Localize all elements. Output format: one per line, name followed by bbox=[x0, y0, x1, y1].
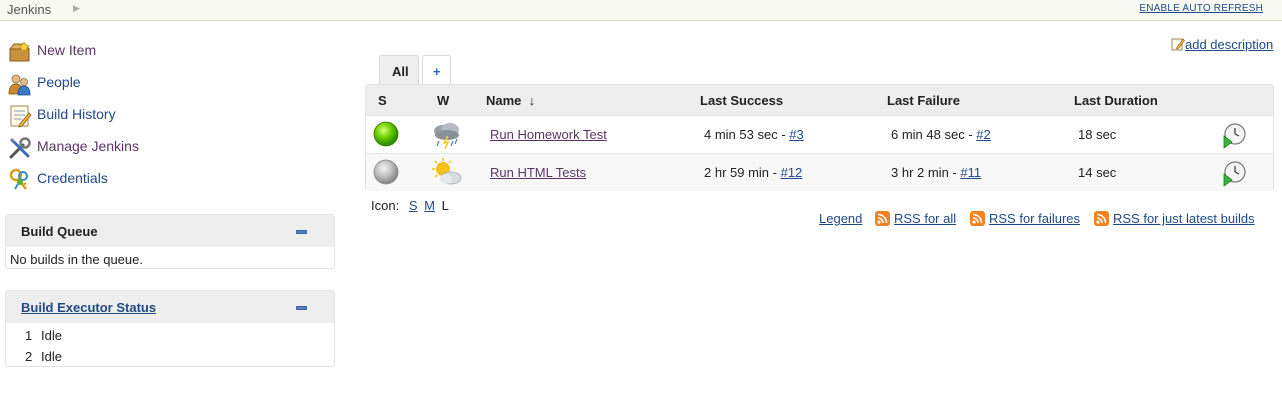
breadcrumb-bar: Jenkins ▶ ENABLE AUTO REFRESH bbox=[0, 0, 1282, 21]
table-row: Run HTML Tests 2 hr 59 min - #12 3 hr 2 … bbox=[366, 153, 1273, 191]
job-link[interactable]: Run HTML Tests bbox=[490, 165, 586, 180]
icon-size-medium-link[interactable]: M bbox=[424, 198, 435, 213]
build-executor-panel: Build Executor Status 1 Idle 2 Idle bbox=[5, 290, 335, 367]
icon-size-selector: Icon: S M L bbox=[371, 198, 449, 213]
executor-number: 1 bbox=[25, 328, 33, 343]
rss-all[interactable]: RSS for all bbox=[875, 211, 956, 226]
weather-stormy-icon[interactable] bbox=[431, 119, 463, 154]
last-failure: 3 hr 2 min - #11 bbox=[891, 165, 981, 180]
job-name: Run Homework Test bbox=[490, 127, 607, 142]
executor-state: Idle bbox=[41, 349, 62, 364]
build-executor-header: Build Executor Status bbox=[6, 291, 334, 323]
tab-all-label: All bbox=[392, 64, 409, 79]
build-queue-empty: No builds in the queue. bbox=[10, 252, 143, 267]
rss-feed-icon[interactable] bbox=[875, 211, 890, 226]
schedule-build-icon[interactable] bbox=[1221, 123, 1247, 152]
rss-feed-icon[interactable] bbox=[970, 211, 985, 226]
executor-row: 1 Idle bbox=[6, 325, 334, 346]
col-status[interactable]: S bbox=[378, 93, 387, 108]
task-manage-jenkins[interactable]: Manage Jenkins bbox=[8, 134, 328, 166]
side-tasks: New Item People Build History Manage Jen… bbox=[8, 38, 328, 198]
icon-size-large-current: L bbox=[441, 198, 449, 213]
rss-all-link[interactable]: RSS for all bbox=[894, 211, 956, 226]
rss-latest[interactable]: RSS for just latest builds bbox=[1094, 211, 1255, 226]
icon-size-label: Icon: bbox=[371, 198, 400, 213]
executor-state: Idle bbox=[41, 328, 62, 343]
people-icon[interactable] bbox=[8, 72, 32, 96]
last-failure: 6 min 48 sec - #2 bbox=[891, 127, 991, 142]
rss-latest-link[interactable]: RSS for just latest builds bbox=[1113, 211, 1255, 226]
last-success: 2 hr 59 min - #12 bbox=[704, 165, 802, 180]
breadcrumb-jenkins[interactable]: Jenkins bbox=[7, 2, 51, 17]
collapse-executor-icon[interactable] bbox=[296, 306, 307, 310]
col-last-success[interactable]: Last Success bbox=[700, 93, 783, 108]
collapse-build-queue-icon[interactable] bbox=[296, 230, 307, 234]
task-people-link[interactable]: People bbox=[37, 74, 81, 90]
col-last-failure[interactable]: Last Failure bbox=[887, 93, 960, 108]
icon-size-small-link[interactable]: S bbox=[409, 198, 418, 213]
last-success-build-link[interactable]: #12 bbox=[781, 165, 803, 180]
executor-row: 2 Idle bbox=[6, 346, 334, 367]
col-name-label: Name bbox=[486, 93, 522, 108]
credentials-icon[interactable] bbox=[8, 168, 32, 192]
edit-description-icon[interactable] bbox=[1171, 37, 1185, 51]
executor-number: 2 bbox=[25, 349, 33, 364]
last-duration: 18 sec bbox=[1078, 127, 1117, 142]
task-manage-jenkins-link[interactable]: Manage Jenkins bbox=[37, 138, 139, 154]
jobs-table: S W Name ↓ Last Success Last Failure Las… bbox=[365, 84, 1274, 191]
weather-partly-cloudy-icon[interactable] bbox=[431, 157, 463, 192]
job-link[interactable]: Run Homework Test bbox=[490, 127, 607, 142]
manage-jenkins-icon[interactable] bbox=[8, 136, 32, 160]
legend-link[interactable]: Legend bbox=[819, 211, 862, 226]
col-last-duration[interactable]: Last Duration bbox=[1074, 93, 1158, 108]
build-queue-header: Build Queue bbox=[6, 215, 334, 247]
col-weather[interactable]: W bbox=[437, 93, 449, 108]
tab-new-view[interactable]: + bbox=[422, 55, 451, 85]
tab-all[interactable]: All bbox=[379, 55, 419, 85]
build-executor-title-link[interactable]: Build Executor Status bbox=[21, 300, 156, 315]
build-queue-title: Build Queue bbox=[21, 224, 98, 239]
table-header: S W Name ↓ Last Success Last Failure Las… bbox=[366, 85, 1273, 115]
add-description-link[interactable]: add description bbox=[1185, 37, 1273, 52]
status-not-built-icon[interactable] bbox=[373, 159, 399, 188]
task-credentials-link[interactable]: Credentials bbox=[37, 170, 108, 186]
task-build-history-link[interactable]: Build History bbox=[37, 106, 116, 122]
last-failure-build-link[interactable]: #11 bbox=[960, 165, 981, 180]
status-success-icon[interactable] bbox=[373, 121, 399, 150]
col-name[interactable]: Name ↓ bbox=[486, 93, 535, 108]
last-success-time: 2 hr 59 min - bbox=[704, 165, 781, 180]
last-duration: 14 sec bbox=[1078, 165, 1117, 180]
last-success-build-link[interactable]: #3 bbox=[789, 127, 803, 142]
new-item-icon[interactable] bbox=[8, 40, 32, 64]
add-description[interactable]: add description bbox=[1171, 37, 1273, 52]
job-name: Run HTML Tests bbox=[490, 165, 586, 180]
schedule-build-icon[interactable] bbox=[1221, 161, 1247, 190]
task-new-item-link[interactable]: New Item bbox=[37, 42, 96, 58]
rss-failures-link[interactable]: RSS for failures bbox=[989, 211, 1080, 226]
breadcrumb-chevron-icon[interactable]: ▶ bbox=[73, 3, 80, 14]
task-people[interactable]: People bbox=[8, 70, 328, 102]
sort-arrow-icon: ↓ bbox=[528, 93, 536, 108]
task-new-item[interactable]: New Item bbox=[8, 38, 328, 70]
new-view-plus-icon: + bbox=[433, 64, 441, 79]
last-success: 4 min 53 sec - #3 bbox=[704, 127, 804, 142]
last-failure-time: 3 hr 2 min - bbox=[891, 165, 961, 180]
enable-auto-refresh-link[interactable]: ENABLE AUTO REFRESH bbox=[1139, 3, 1263, 14]
task-credentials[interactable]: Credentials bbox=[8, 166, 328, 198]
last-success-time: 4 min 53 sec - bbox=[704, 127, 790, 142]
build-queue-panel: Build Queue No builds in the queue. bbox=[5, 214, 335, 269]
table-row: Run Homework Test 4 min 53 sec - #3 6 mi… bbox=[366, 115, 1273, 153]
rss-feed-icon[interactable] bbox=[1094, 211, 1109, 226]
last-failure-time: 6 min 48 sec - bbox=[891, 127, 977, 142]
last-failure-build-link[interactable]: #2 bbox=[976, 127, 990, 142]
build-history-icon[interactable] bbox=[8, 104, 32, 128]
rss-failures[interactable]: RSS for failures bbox=[970, 211, 1080, 226]
task-build-history[interactable]: Build History bbox=[8, 102, 328, 134]
